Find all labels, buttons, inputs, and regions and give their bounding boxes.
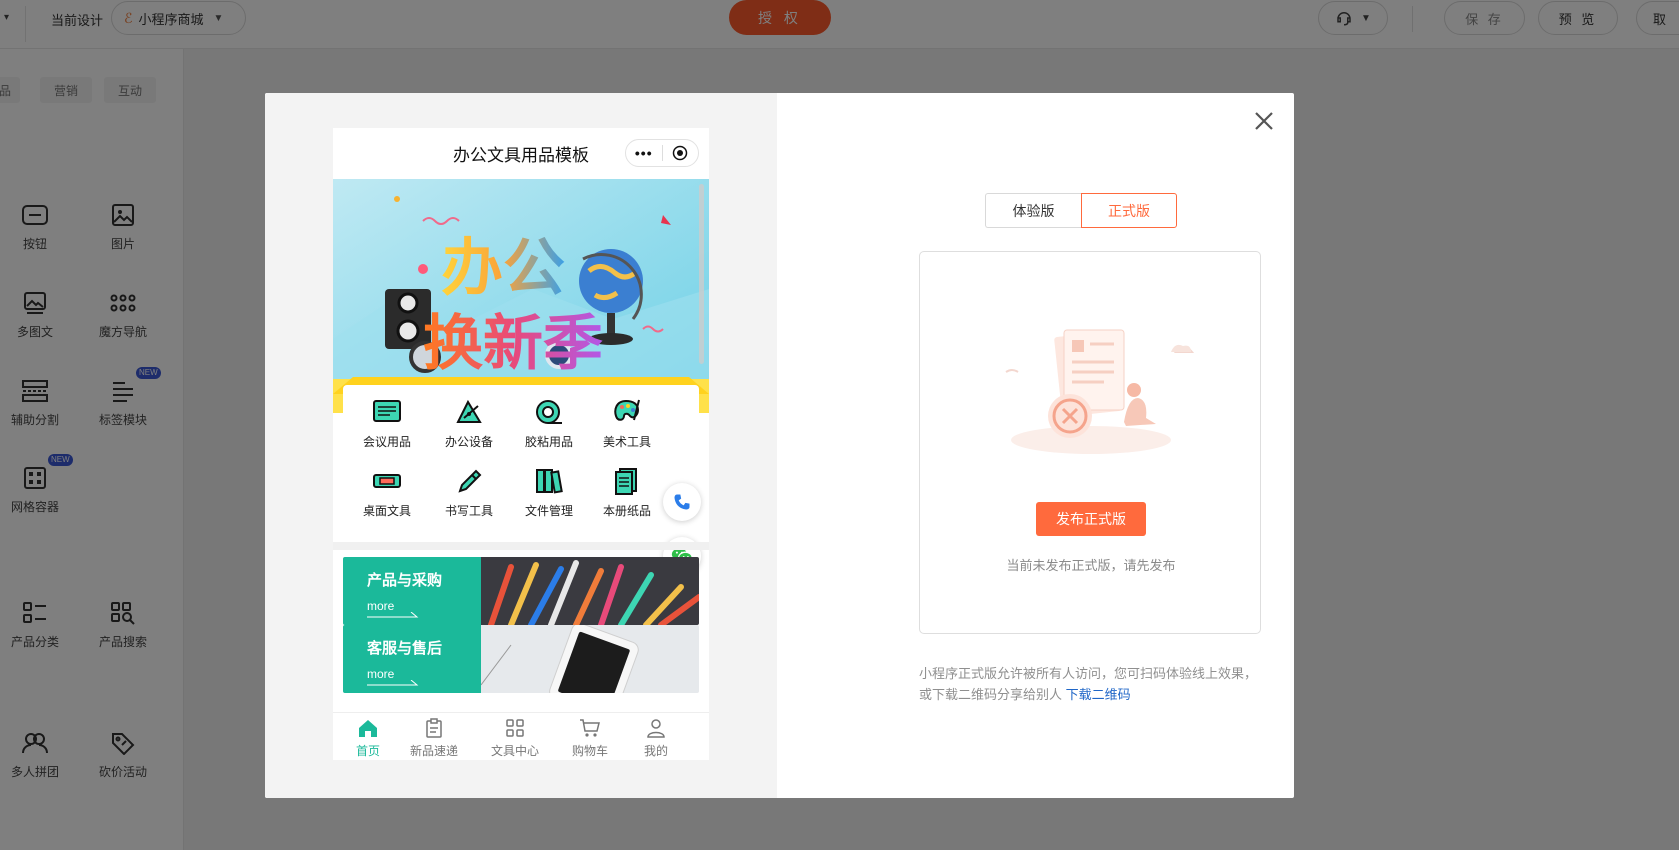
tab-home[interactable]: 首页 (333, 717, 403, 759)
pencil-icon (458, 469, 482, 493)
banner-title-line2: 换新季 (423, 309, 603, 379)
qr-code-card: 发布正式版 当前未发布正式版，请先发布 (919, 251, 1261, 634)
file-binders-icon (536, 469, 563, 494)
office-equipment-icon (456, 399, 482, 423)
call-float-button[interactable] (663, 483, 701, 521)
desk-stationery-icon (373, 474, 401, 488)
publish-official-button[interactable]: 发布正式版 (1036, 502, 1146, 536)
close-target-icon[interactable] (662, 145, 698, 161)
smartphone-photo (481, 625, 699, 693)
preview-scrollbar[interactable] (699, 184, 704, 364)
tab-official-version[interactable]: 正式版 (1081, 193, 1177, 228)
not-published-illustration (1005, 329, 1195, 454)
category-item[interactable]: 办公设备 (429, 395, 509, 450)
official-version-description: 小程序正式版允许被所有人访问，您可扫码体验线上效果，或下载二维码分享给别人 下载… (919, 666, 1258, 702)
category-item[interactable]: 胶粘用品 (509, 395, 589, 450)
close-icon[interactable] (1253, 110, 1275, 132)
not-published-tip: 当前未发布正式版，请先发布 (1006, 558, 1176, 573)
publish-modal: 办公文具用品模板 ••• 办公 换新季 会议用品 办公设备 胶粘用品 美术工具 … (265, 93, 1294, 798)
category-item[interactable]: 文件管理 (509, 464, 589, 519)
banner-image: 办公 换新季 (333, 179, 709, 413)
promo-title: 客服与售后 (367, 640, 443, 657)
category-item[interactable]: 桌面文具 (347, 464, 427, 519)
promo-card-purchase[interactable]: 产品与采购 more (343, 557, 699, 625)
banner-title-line1: 办公 (441, 231, 565, 304)
art-palette-icon (614, 399, 640, 421)
category-item[interactable]: 会议用品 (347, 395, 427, 450)
user-icon (647, 719, 665, 738)
version-toggle: 体验版 正式版 (985, 193, 1177, 228)
clipboard-icon (426, 718, 442, 738)
meeting-supplies-icon (373, 400, 401, 422)
promo-card-service[interactable]: 客服与售后 more (343, 625, 699, 693)
promo-more-link[interactable]: more (367, 599, 394, 613)
arrow-right-icon (367, 680, 419, 686)
tab-new-arrivals[interactable]: 新品速递 (399, 717, 469, 759)
more-dots-icon[interactable]: ••• (626, 145, 662, 161)
tab-trial-version[interactable]: 体验版 (985, 193, 1081, 228)
bottom-tabbar: 首页 新品速递 文具中心 购物车 我的 (333, 712, 709, 760)
promo-more-link[interactable]: more (367, 667, 394, 681)
category-item[interactable]: 美术工具 (587, 395, 667, 450)
category-item[interactable]: 本册纸品 (587, 464, 667, 519)
arrow-right-icon (367, 612, 419, 618)
adhesive-tape-icon (536, 400, 562, 424)
phone-preview: 办公文具用品模板 ••• 办公 换新季 会议用品 办公设备 胶粘用品 美术工具 … (333, 128, 709, 760)
stationery-photo (481, 557, 699, 625)
category-grid: 会议用品 办公设备 胶粘用品 美术工具 桌面文具 书写工具 文件管理 本册纸品 (343, 385, 699, 537)
tab-mine[interactable]: 我的 (621, 717, 691, 759)
tab-cart[interactable]: 购物车 (555, 717, 625, 759)
miniprogram-capsule: ••• (625, 139, 699, 167)
phone-call-icon (674, 494, 690, 510)
home-icon (359, 720, 377, 737)
category-item[interactable]: 书写工具 (429, 464, 509, 519)
notebook-icon (615, 468, 637, 495)
download-qrcode-link[interactable]: 下载二维码 (1066, 687, 1131, 702)
cart-icon (580, 719, 600, 737)
grid-icon (506, 719, 524, 737)
tab-stationery-center[interactable]: 文具中心 (480, 717, 550, 759)
phone-preview-pane: 办公文具用品模板 ••• 办公 换新季 会议用品 办公设备 胶粘用品 美术工具 … (265, 93, 777, 798)
promo-title: 产品与采购 (367, 572, 443, 589)
